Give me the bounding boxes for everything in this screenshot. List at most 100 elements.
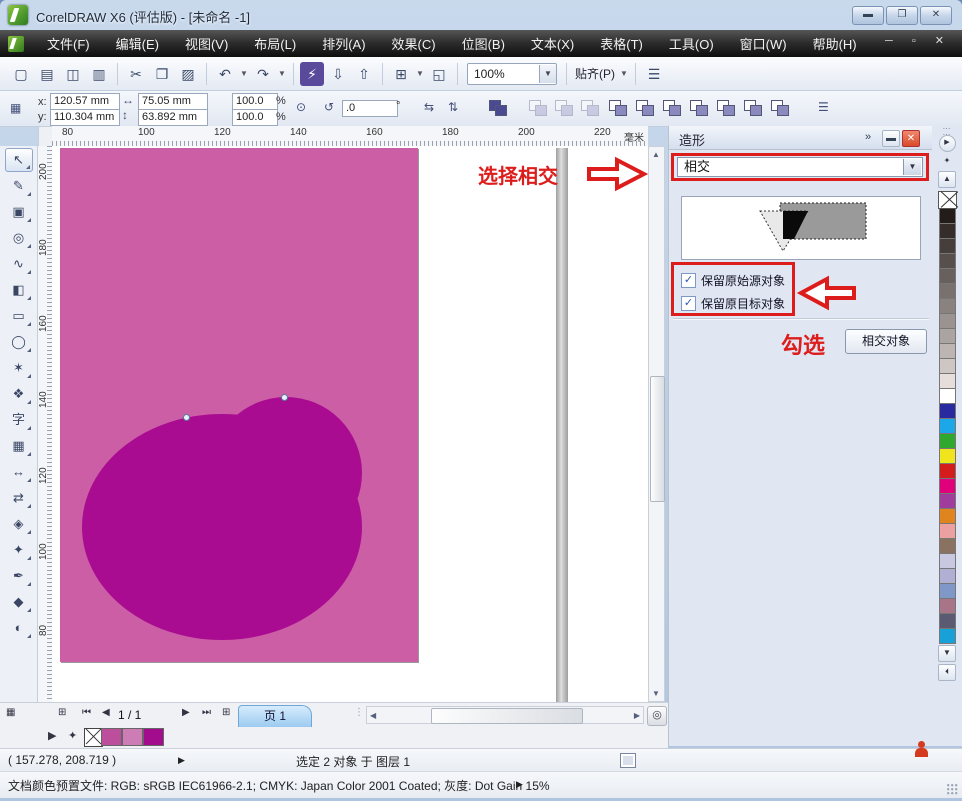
undo-icon[interactable]: ↶ (213, 62, 237, 86)
undo-dropdown-icon[interactable]: ▼ (239, 62, 249, 86)
y-position-field[interactable]: 110.304 mm (50, 109, 120, 126)
close-button[interactable]: ✕ (920, 6, 952, 25)
menu-item-11[interactable]: 窗口(W) (727, 33, 800, 56)
mirror-vertical-icon[interactable]: ⇅ (448, 100, 458, 114)
menu-item-12[interactable]: 帮助(H) (800, 33, 870, 56)
align-distribute-icon[interactable]: ☰ (818, 100, 829, 114)
restore-button[interactable]: ❐ (886, 6, 918, 25)
application-launcher-icon[interactable]: ⊞ (389, 62, 413, 86)
snap-dropdown-icon[interactable]: ▼ (619, 62, 629, 86)
import-icon[interactable]: ⇩ (326, 62, 350, 86)
palette-swatch-6[interactable] (939, 284, 956, 299)
menu-item-6[interactable]: 效果(C) (379, 33, 449, 56)
menu-item-1[interactable]: 文件(F) (34, 33, 103, 56)
palette-swatch-20[interactable] (939, 494, 956, 509)
x-position-field[interactable]: 120.57 mm (50, 93, 120, 110)
pick-tool[interactable]: ↖ (5, 148, 33, 172)
palette-expand-icon[interactable]: ⏴ (938, 664, 956, 681)
blend-tool[interactable]: ◈ (5, 512, 33, 536)
connector-tool[interactable]: ⇄ (5, 486, 33, 510)
document-color-well-2[interactable] (122, 728, 143, 746)
vertical-scrollbar[interactable]: ▲ ▼ (648, 146, 665, 702)
smart-fill-tool[interactable]: ◧ (5, 278, 33, 302)
rectangle-tool[interactable]: ▭ (5, 304, 33, 328)
snap-to-dropdown[interactable]: 贴齐(P) (575, 65, 615, 82)
weld-icon[interactable] (608, 99, 628, 117)
height-field[interactable]: 63.892 mm (138, 109, 208, 126)
horizontal-ruler[interactable]: 80100120140160180200220 毫米 (52, 126, 648, 147)
palette-drag-handle[interactable]: ⋯⋯ (943, 126, 952, 134)
create-boundary-icon[interactable] (770, 99, 790, 117)
redo-dropdown-icon[interactable]: ▼ (277, 62, 287, 86)
document-color-well-3[interactable] (143, 728, 164, 746)
palette-swatch-23[interactable] (939, 539, 956, 554)
menu-item-9[interactable]: 表格(T) (587, 33, 656, 56)
launcher-dropdown-icon[interactable]: ▼ (415, 62, 425, 86)
palette-swatch-4[interactable] (939, 254, 956, 269)
palette-swatch-15[interactable] (939, 419, 956, 434)
palette-swatch-11[interactable] (939, 359, 956, 374)
shaping-operation-select[interactable]: 相交 ▼ (677, 157, 923, 177)
palette-swatch-21[interactable] (939, 509, 956, 524)
add-page-start-icon[interactable]: ⊞ (58, 707, 66, 718)
scroll-left-icon[interactable]: ◀ (370, 711, 376, 720)
coords-flyout-icon[interactable]: ▶ (178, 755, 185, 766)
add-page-end-icon[interactable]: ⊞ (222, 707, 230, 718)
palette-swatch-10[interactable] (939, 344, 956, 359)
palette-swatch-16[interactable] (939, 434, 956, 449)
intersect-with-button[interactable]: 相交对象 (845, 329, 927, 354)
scale-y-field[interactable]: 100.0 (232, 109, 278, 126)
next-page-icon[interactable]: ▶ (182, 707, 190, 718)
document-window-controls[interactable]: ─ ▫ ✕ (885, 34, 952, 47)
dimension-tool[interactable]: ↔ (5, 460, 33, 484)
edit-shape-icon[interactable] (488, 99, 508, 117)
palette-swatch-18[interactable] (939, 464, 956, 479)
palette-swatch-24[interactable] (939, 554, 956, 569)
paste-icon[interactable]: ▨ (176, 62, 200, 86)
menu-item-2[interactable]: 编辑(E) (103, 33, 172, 56)
palette-swatch-14[interactable] (939, 404, 956, 419)
ellipse-tool[interactable]: ◯ (5, 330, 33, 354)
keep-source-checkbox[interactable]: ✓ (681, 273, 696, 288)
wells-eyedropper-icon[interactable]: ✦ (68, 729, 77, 742)
zoom-tool[interactable]: ◎ (5, 226, 33, 250)
front-minus-back-icon[interactable] (716, 99, 736, 117)
palette-swatch-25[interactable] (939, 569, 956, 584)
horizontal-scrollbar[interactable]: ◀ ▶ (366, 706, 644, 724)
fill-tool[interactable]: ◆ (5, 590, 33, 614)
palette-scroll-up-icon[interactable]: ▲ (938, 171, 956, 188)
lock-ratio-icon[interactable]: ⊙ (296, 100, 306, 114)
trim-icon[interactable] (635, 99, 655, 117)
minimize-button[interactable]: ▬ (852, 6, 884, 25)
freehand-tool[interactable]: ∿ (5, 252, 33, 276)
wells-options-icon[interactable]: ▶ (48, 729, 56, 742)
mirror-horizontal-icon[interactable]: ⇆ (424, 100, 434, 114)
palette-eyedropper-icon[interactable]: ✦ (939, 154, 955, 169)
width-field[interactable]: 75.05 mm (138, 93, 208, 110)
cut-icon[interactable]: ✂ (124, 62, 148, 86)
menu-item-7[interactable]: 位图(B) (449, 33, 518, 56)
table-tool[interactable]: ▦ (5, 434, 33, 458)
scroll-right-icon[interactable]: ▶ (634, 711, 640, 720)
crop-tool[interactable]: ▣ (5, 200, 33, 224)
membership-icon[interactable] (914, 741, 930, 759)
back-minus-front-icon[interactable] (743, 99, 763, 117)
palette-swatch-5[interactable] (939, 269, 956, 284)
palette-swatch-12[interactable] (939, 374, 956, 389)
palette-swatch-26[interactable] (939, 584, 956, 599)
menu-item-10[interactable]: 工具(O) (656, 33, 727, 56)
new-document-icon[interactable]: ▢ (9, 62, 33, 86)
profile-flyout-icon[interactable]: ▶ (516, 779, 523, 790)
outline-pen-tool[interactable]: ✒ (5, 564, 33, 588)
simplify-icon[interactable] (689, 99, 709, 117)
palette-swatch-19[interactable] (939, 479, 956, 494)
docker-minimize-icon[interactable]: ▬ (882, 130, 900, 147)
save-icon[interactable]: ◫ (61, 62, 85, 86)
dropdown-arrow-icon[interactable]: ▼ (903, 159, 921, 175)
node-handle[interactable] (281, 394, 288, 401)
drawing-canvas[interactable]: 选择相交 (52, 146, 648, 702)
menu-item-8[interactable]: 文本(X) (518, 33, 587, 56)
color-eyedropper-tool[interactable]: ✦ (5, 538, 33, 562)
keep-target-checkbox[interactable]: ✓ (681, 296, 696, 311)
palette-swatch-29[interactable] (939, 629, 956, 644)
